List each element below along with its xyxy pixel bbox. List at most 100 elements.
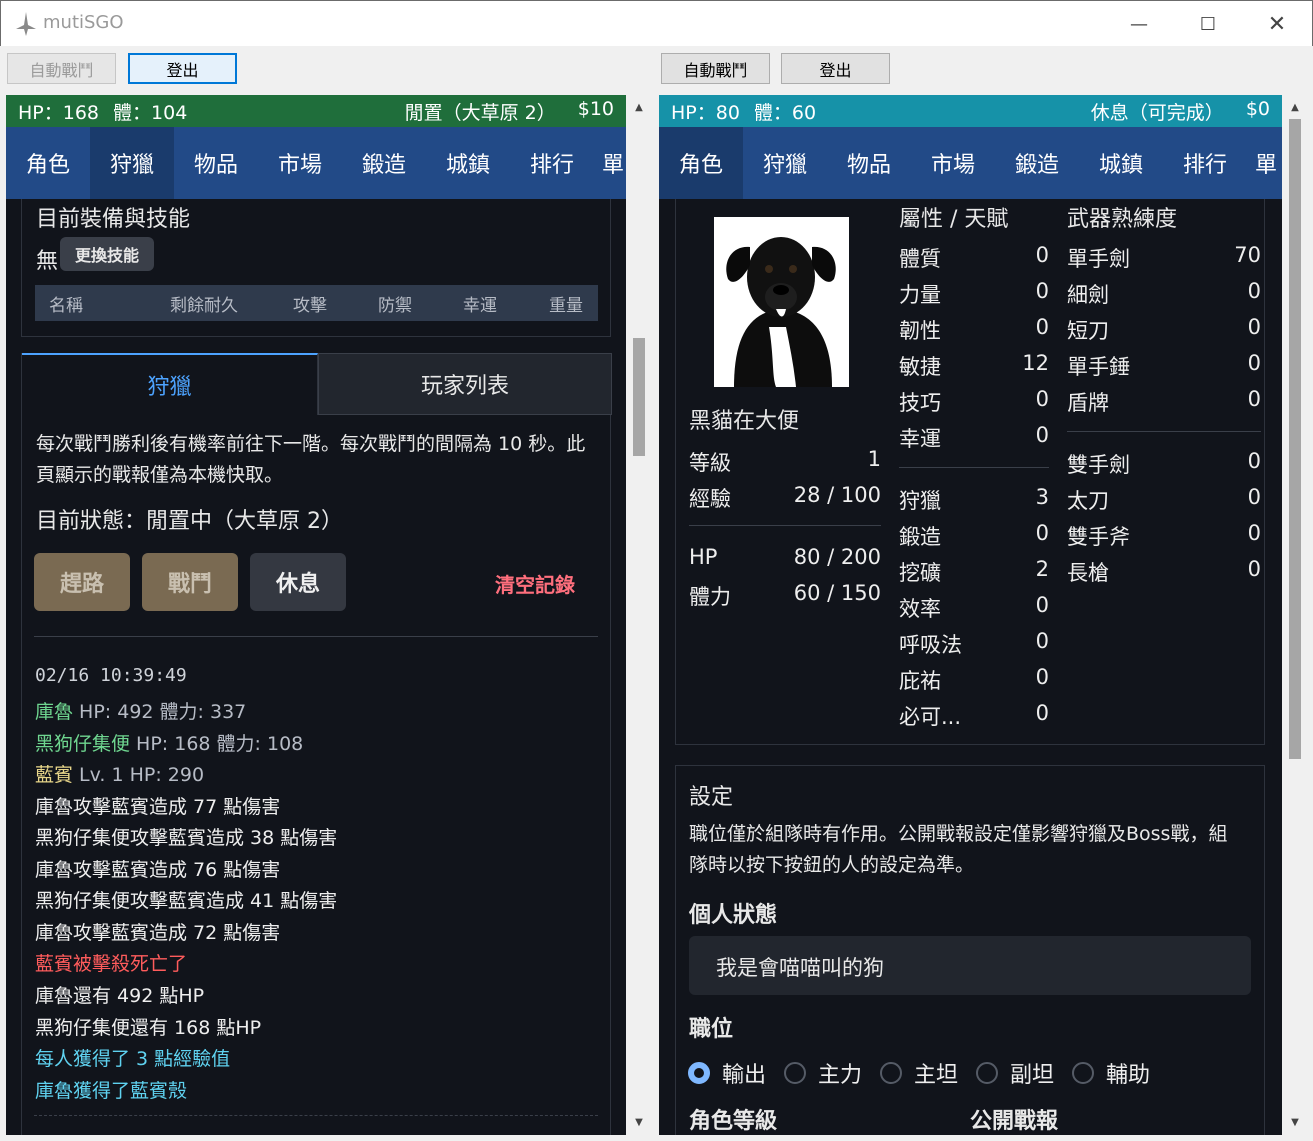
log-entry: 黑狗仔集便 HP: 168 體力: 108 bbox=[35, 733, 304, 755]
attribute-row: 技巧 0 bbox=[899, 387, 1049, 415]
log-entry: 庫魯獲得了藍賓殼 bbox=[35, 1080, 188, 1102]
attribute-divider bbox=[899, 467, 1049, 468]
equipment-table-header: 名稱 剩餘耐久 攻擊 防禦 幸運 重量 bbox=[35, 285, 598, 321]
attribute-row: 韌性 0 bbox=[899, 315, 1049, 343]
left-logout-button[interactable]: 登出 bbox=[128, 53, 237, 84]
personal-status-input[interactable]: 我是會喵喵叫的狗 bbox=[689, 936, 1251, 995]
hp-readout: HP：168 bbox=[18, 101, 100, 124]
minimize-icon[interactable]: — bbox=[1104, 1, 1174, 47]
left-auto-battle-button[interactable]: 自動戰鬥 bbox=[7, 53, 116, 84]
right-logout-button[interactable]: 登出 bbox=[781, 53, 890, 84]
nav-tab-overflow[interactable]: 單 bbox=[1247, 127, 1277, 199]
rest-button[interactable]: 休息 bbox=[250, 553, 346, 611]
clear-log-button[interactable]: 清空記錄 bbox=[495, 569, 575, 598]
left-status-bar: HP：168 體：104 閒置（大草原 2） $10 bbox=[6, 95, 626, 127]
equipment-card: 目前裝備與技能 無 更換技能 名稱 剩餘耐久 攻擊 防禦 幸運 重量 bbox=[21, 199, 611, 337]
current-state: 目前狀態：閒置中（大草原 2） bbox=[36, 509, 343, 534]
role-radio-off-tank[interactable]: 副坦 bbox=[976, 1057, 1054, 1089]
window-titlebar: mutiSGO — ☐ ✕ bbox=[0, 0, 1313, 46]
close-icon[interactable]: ✕ bbox=[1242, 1, 1312, 47]
attribute-row: 幸運 0 bbox=[899, 423, 1049, 451]
exp-row: 經驗 28 / 100 bbox=[689, 483, 881, 511]
scroll-down-icon[interactable]: ▼ bbox=[1284, 1112, 1306, 1132]
right-scrollbar[interactable]: ▲ ▼ bbox=[1284, 95, 1306, 1135]
talent-row: 鍛造 0 bbox=[899, 521, 1049, 549]
nav-tab-hunt[interactable]: 狩獵 bbox=[743, 127, 827, 199]
nav-tab-character[interactable]: 角色 bbox=[6, 127, 90, 199]
col-luck: 幸運 bbox=[463, 295, 497, 316]
left-scroll-thumb[interactable] bbox=[633, 338, 645, 456]
stamina-readout: 體：104 bbox=[113, 101, 188, 124]
nav-tab-town[interactable]: 城鎮 bbox=[1079, 127, 1163, 199]
nav-tab-items[interactable]: 物品 bbox=[827, 127, 911, 199]
col-durability: 剩餘耐久 bbox=[170, 295, 238, 316]
public-report-label: 公開戰報 bbox=[970, 1109, 1059, 1134]
stamina-readout: 體：60 bbox=[753, 101, 817, 124]
radio-selected-icon bbox=[688, 1062, 710, 1084]
log-entry: 庫魯攻擊藍賓造成 76 點傷害 bbox=[35, 859, 281, 881]
stamina-row: 體力 60 / 150 bbox=[689, 581, 881, 609]
log-entry: 黑狗仔集便攻擊藍賓造成 38 點傷害 bbox=[35, 827, 338, 849]
nav-tab-town[interactable]: 城鎮 bbox=[426, 127, 510, 199]
col-attack: 攻擊 bbox=[293, 295, 327, 316]
nav-tab-hunt[interactable]: 狩獵 bbox=[90, 127, 174, 199]
attribute-row: 體質 0 bbox=[899, 243, 1049, 271]
log-entry: 每人獲得了 3 點經驗值 bbox=[35, 1048, 231, 1070]
nav-tab-ranking[interactable]: 排行 bbox=[1163, 127, 1247, 199]
nav-tab-forge[interactable]: 鍛造 bbox=[342, 127, 426, 199]
nav-tab-character[interactable]: 角色 bbox=[659, 127, 743, 199]
nav-tab-market[interactable]: 市場 bbox=[911, 127, 995, 199]
role-radio-dps[interactable]: 輸出 bbox=[688, 1057, 766, 1089]
weapon-row: 單手劍 70 bbox=[1067, 243, 1261, 271]
battle-button[interactable]: 戰鬥 bbox=[142, 553, 238, 611]
maximize-icon[interactable]: ☐ bbox=[1173, 1, 1243, 47]
radio-icon bbox=[976, 1062, 998, 1084]
scroll-up-icon[interactable]: ▲ bbox=[1284, 97, 1306, 117]
nav-tab-forge[interactable]: 鍛造 bbox=[995, 127, 1079, 199]
scroll-down-icon[interactable]: ▼ bbox=[628, 1112, 650, 1132]
log-entry: 庫魯 HP: 492 體力: 337 bbox=[35, 701, 247, 723]
log-end-divider bbox=[34, 1115, 598, 1116]
settings-description: 職位僅於組隊時有作用。公開戰報設定僅影響狩獵及Boss戰，組隊時以按下按鈕的人的… bbox=[689, 823, 1228, 876]
equipment-title: 目前裝備與技能 bbox=[36, 207, 191, 232]
weapon-row: 細劍 0 bbox=[1067, 279, 1261, 307]
char-level-label: 角色等級 bbox=[689, 1109, 778, 1134]
log-entry: 黑狗仔集便攻擊藍賓造成 41 點傷害 bbox=[35, 890, 338, 912]
change-skill-button[interactable]: 更換技能 bbox=[60, 237, 154, 271]
right-nav-bar: 角色 狩獵 物品 市場 鍛造 城鎮 排行 單 bbox=[659, 127, 1282, 199]
role-label: 職位 bbox=[689, 1017, 734, 1042]
left-game-panel: HP：168 體：104 閒置（大草原 2） $10 角色 狩獵 物品 市場 鍛… bbox=[6, 95, 626, 1135]
role-radio-main-tank[interactable]: 主坦 bbox=[880, 1057, 958, 1089]
travel-button[interactable]: 趕路 bbox=[34, 553, 130, 611]
col-name: 名稱 bbox=[49, 295, 83, 316]
col-defense: 防禦 bbox=[378, 295, 412, 316]
nav-tab-ranking[interactable]: 排行 bbox=[510, 127, 594, 199]
log-entry: 藍賓 Lv. 1 HP: 290 bbox=[35, 764, 205, 786]
log-entry: 黑狗仔集便還有 168 點HP bbox=[35, 1017, 262, 1039]
talent-row: 狩獵 3 bbox=[899, 485, 1049, 513]
role-radio-support[interactable]: 輔助 bbox=[1072, 1057, 1150, 1089]
nav-tab-items[interactable]: 物品 bbox=[174, 127, 258, 199]
right-scroll-thumb[interactable] bbox=[1289, 119, 1301, 759]
radio-icon bbox=[1072, 1062, 1094, 1084]
avatar bbox=[714, 217, 849, 387]
log-entry: 庫魯還有 492 點HP bbox=[35, 985, 205, 1007]
role-radio-main[interactable]: 主力 bbox=[784, 1057, 862, 1089]
left-scrollbar[interactable]: ▲ ▼ bbox=[628, 95, 650, 1135]
level-row: 等級 1 bbox=[689, 447, 881, 475]
weapon-row: 雙手斧 0 bbox=[1067, 521, 1261, 549]
right-status-bar: HP：80 體：60 休息（可完成） $0 bbox=[659, 95, 1282, 127]
talent-row: 必可... 0 bbox=[899, 701, 1049, 729]
tab-hunt[interactable]: 狩獵 bbox=[22, 353, 318, 415]
radio-icon bbox=[880, 1062, 902, 1084]
personal-status-label: 個人狀態 bbox=[689, 903, 778, 928]
scroll-up-icon[interactable]: ▲ bbox=[628, 97, 650, 117]
log-timestamp: 02/16 10:39:49 bbox=[35, 665, 187, 686]
money-readout: $0 bbox=[1245, 97, 1270, 120]
nav-tab-market[interactable]: 市場 bbox=[258, 127, 342, 199]
right-auto-battle-button[interactable]: 自動戰鬥 bbox=[661, 53, 770, 84]
tab-player-list[interactable]: 玩家列表 bbox=[318, 353, 612, 415]
equipment-none: 無 bbox=[36, 249, 59, 274]
attributes-title: 屬性 / 天賦 bbox=[899, 207, 1009, 232]
nav-tab-overflow[interactable]: 單 bbox=[594, 127, 624, 199]
